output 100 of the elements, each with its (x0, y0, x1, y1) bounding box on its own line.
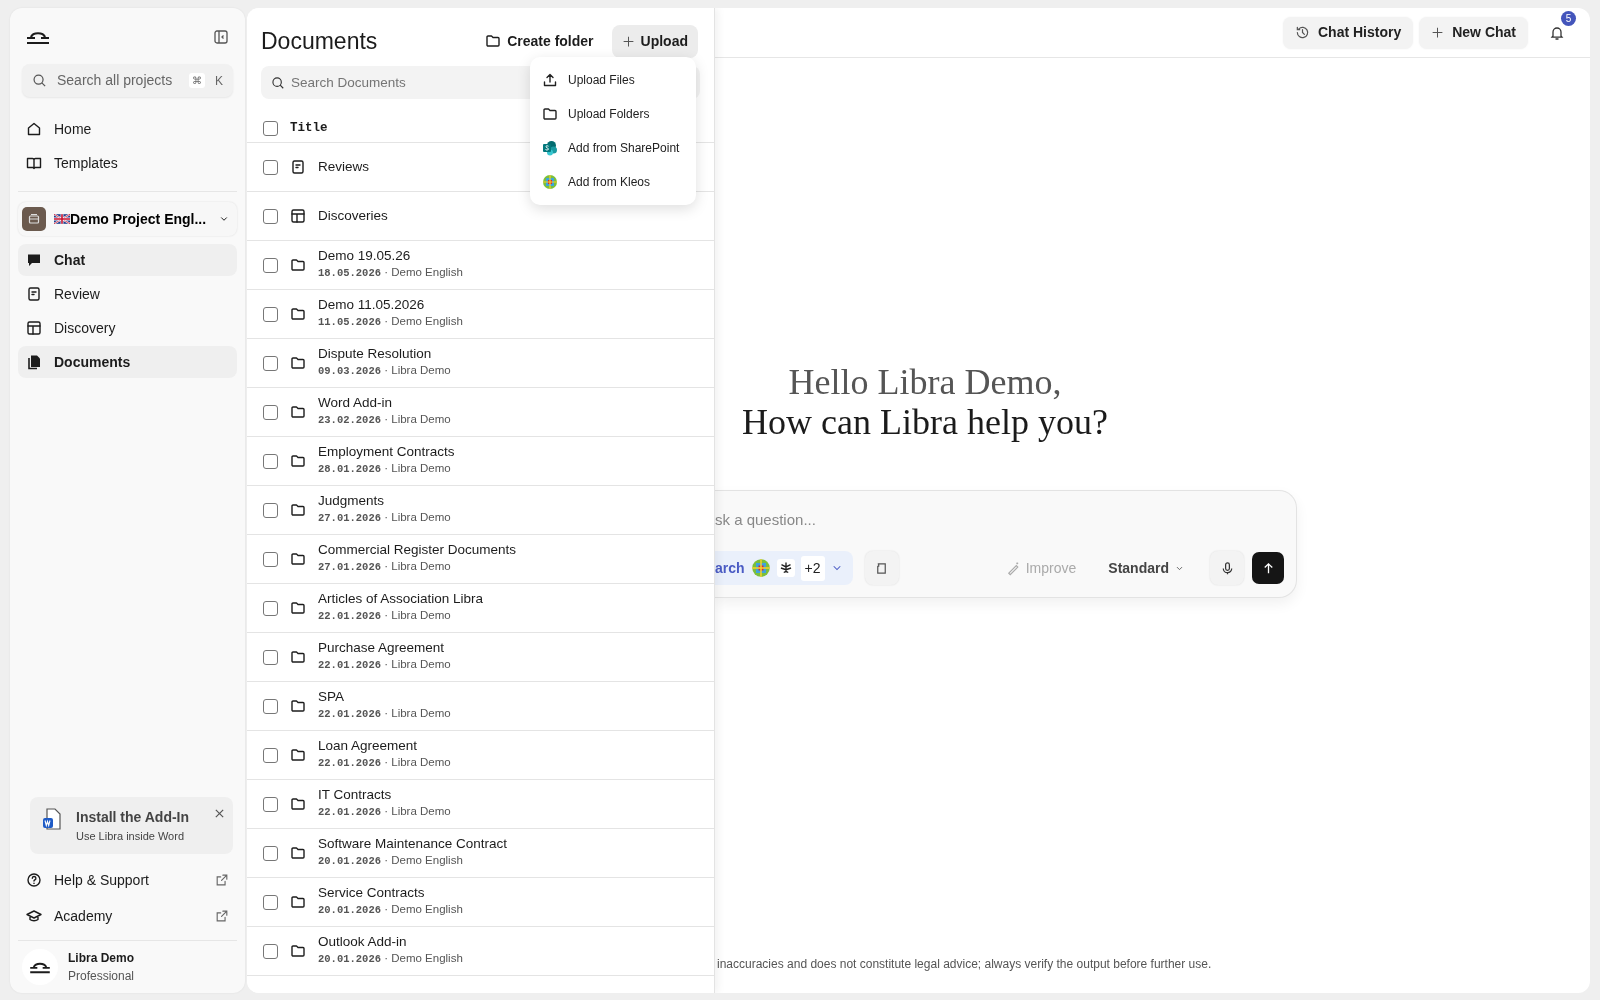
item-meta: 27.01.2026 · Libra Demo (318, 510, 451, 527)
item-meta: 22.01.2026 · Libra Demo (318, 706, 451, 723)
shortcut-key: ⌘ (189, 73, 205, 88)
search-field[interactable]: Search all projects ⌘ K (22, 64, 233, 97)
item-title: Dispute Resolution (318, 346, 433, 363)
folder-icon (290, 453, 306, 469)
item-meta: 22.01.2026 · Libra Demo (318, 657, 451, 674)
item-title: SPA (318, 689, 345, 706)
sidebar-toggle-icon (213, 29, 229, 45)
new-chat-button[interactable]: New Chat (1419, 16, 1528, 49)
item-meta: 22.01.2026 · Libra Demo (318, 608, 452, 625)
nav-item[interactable]: Review (18, 278, 237, 310)
upload-icon (542, 72, 558, 88)
chat-icon (26, 252, 42, 268)
folder-icon (290, 845, 306, 861)
nav-item[interactable]: Home (18, 113, 237, 145)
add-in-subtitle: Use Libra inside Word (76, 828, 185, 844)
item-title: Articles of Association Libra (318, 591, 484, 608)
nav-link[interactable]: Academy (18, 900, 237, 932)
checkbox[interactable] (263, 894, 278, 910)
document-row[interactable]: Dispute Resolution 09.03.2026 · Libra Demo (247, 339, 714, 388)
item-meta: 28.01.2026 · Libra Demo (318, 461, 452, 478)
checkbox[interactable] (263, 649, 278, 665)
checkbox[interactable] (263, 404, 278, 420)
checkbox[interactable] (263, 796, 278, 812)
bell-icon (1549, 24, 1565, 41)
question-field[interactable]: sk a question... (715, 509, 1284, 532)
document-row[interactable]: Service Contracts 20.01.2026 · Demo English (247, 878, 714, 927)
sources-selector[interactable]: arch +2 (715, 551, 853, 586)
checkbox[interactable] (263, 159, 278, 175)
disclaimer: inaccuracies and does not constitute legal advice; always verify the output before further use. (716, 956, 1213, 973)
checkbox[interactable] (263, 845, 278, 861)
checkbox[interactable] (263, 943, 278, 959)
item-meta: 22.01.2026 · Libra Demo (318, 755, 451, 772)
checkbox[interactable] (263, 121, 278, 136)
flag-icon (54, 214, 70, 224)
create-folder-button[interactable]: Create folder (475, 24, 604, 58)
send-button[interactable] (1252, 552, 1284, 585)
item-meta: 09.03.2026 · Libra Demo (318, 363, 451, 380)
attach-button[interactable] (864, 551, 899, 586)
word-file-icon (42, 806, 62, 831)
nav-link[interactable]: Help & Support (18, 864, 237, 896)
menu-item[interactable]: Upload Folders (530, 97, 696, 131)
document-row[interactable]: Commercial Register Documents 27.01.2026 · Libra Demo (247, 535, 714, 584)
folder-icon (290, 894, 306, 910)
nav-item[interactable]: Documents (18, 346, 237, 378)
document-row[interactable]: IT Contracts 22.01.2026 · Libra Demo (247, 780, 714, 829)
project-selector[interactable]: Demo Project Engl... (18, 202, 237, 236)
folder-icon (290, 404, 306, 420)
chat-history-button[interactable]: Chat History (1282, 16, 1414, 49)
folder-icon (290, 257, 306, 273)
checkbox[interactable] (263, 502, 278, 518)
folder-icon (290, 649, 306, 665)
document-row[interactable]: SPA 22.01.2026 · Libra Demo (247, 682, 714, 731)
document-row[interactable]: Demo 11.05.2026 11.05.2026 · Demo English (247, 290, 714, 339)
menu-item[interactable]: Upload Files (530, 63, 696, 97)
help-icon (26, 872, 42, 888)
nav-item[interactable]: Discovery (18, 312, 237, 344)
nav-item[interactable]: Chat (18, 244, 237, 276)
review-icon (290, 159, 306, 175)
checkbox[interactable] (263, 208, 278, 224)
document-row[interactable]: Articles of Association Libra 22.01.2026 · Libra Demo (247, 584, 714, 633)
mode-selector[interactable]: Standard (1102, 556, 1190, 580)
graduation-cap-icon (26, 908, 42, 924)
item-title: Service Contracts (318, 885, 426, 902)
document-row[interactable]: Outlook Add-in 20.01.2026 · Demo English (247, 927, 714, 976)
folder-icon (290, 502, 306, 518)
wand-icon (1005, 560, 1021, 576)
item-title: Employment Contracts (318, 444, 455, 461)
document-row[interactable]: Judgments 27.01.2026 · Libra Demo (247, 486, 714, 535)
history-icon (1294, 25, 1310, 40)
upload-button[interactable]: Upload (611, 24, 698, 58)
checkbox[interactable] (263, 698, 278, 714)
item-title: Loan Agreement (318, 738, 419, 755)
nav-item[interactable]: Templates (18, 147, 237, 179)
document-row[interactable]: Word Add-in 23.02.2026 · Libra Demo (247, 388, 714, 437)
microphone-button[interactable] (1210, 551, 1244, 586)
document-row[interactable]: Purchase Agreement 22.01.2026 · Libra Demo (247, 633, 714, 682)
folder-icon (290, 796, 306, 812)
checkbox[interactable] (263, 453, 278, 469)
document-row[interactable]: Demo 19.05.26 18.05.2026 · Demo English (247, 241, 714, 290)
checkbox[interactable] (263, 257, 278, 273)
checkbox[interactable] (263, 600, 278, 616)
item-meta: 23.02.2026 · Libra Demo (318, 412, 451, 429)
column-header: Title (290, 120, 328, 138)
document-row[interactable]: Employment Contracts 28.01.2026 · Libra Demo (247, 437, 714, 486)
folder-icon (290, 698, 306, 714)
item-title: Software Maintenance Contract (318, 836, 508, 853)
folder-icon (290, 747, 306, 763)
checkbox[interactable] (263, 306, 278, 322)
folder-icon (290, 600, 306, 616)
item-meta: 20.01.2026 · Demo English (318, 853, 464, 870)
checkbox[interactable] (263, 551, 278, 567)
checkbox[interactable] (263, 747, 278, 763)
checkbox[interactable] (263, 355, 278, 371)
item-title: Discoveries (318, 207, 388, 225)
document-row[interactable]: Loan Agreement 22.01.2026 · Libra Demo (247, 731, 714, 780)
panel-title: Documents (261, 26, 379, 56)
collapse-sidebar-button[interactable] (213, 29, 229, 45)
document-row[interactable]: Software Maintenance Contract 20.01.2026 · Demo English (247, 829, 714, 878)
